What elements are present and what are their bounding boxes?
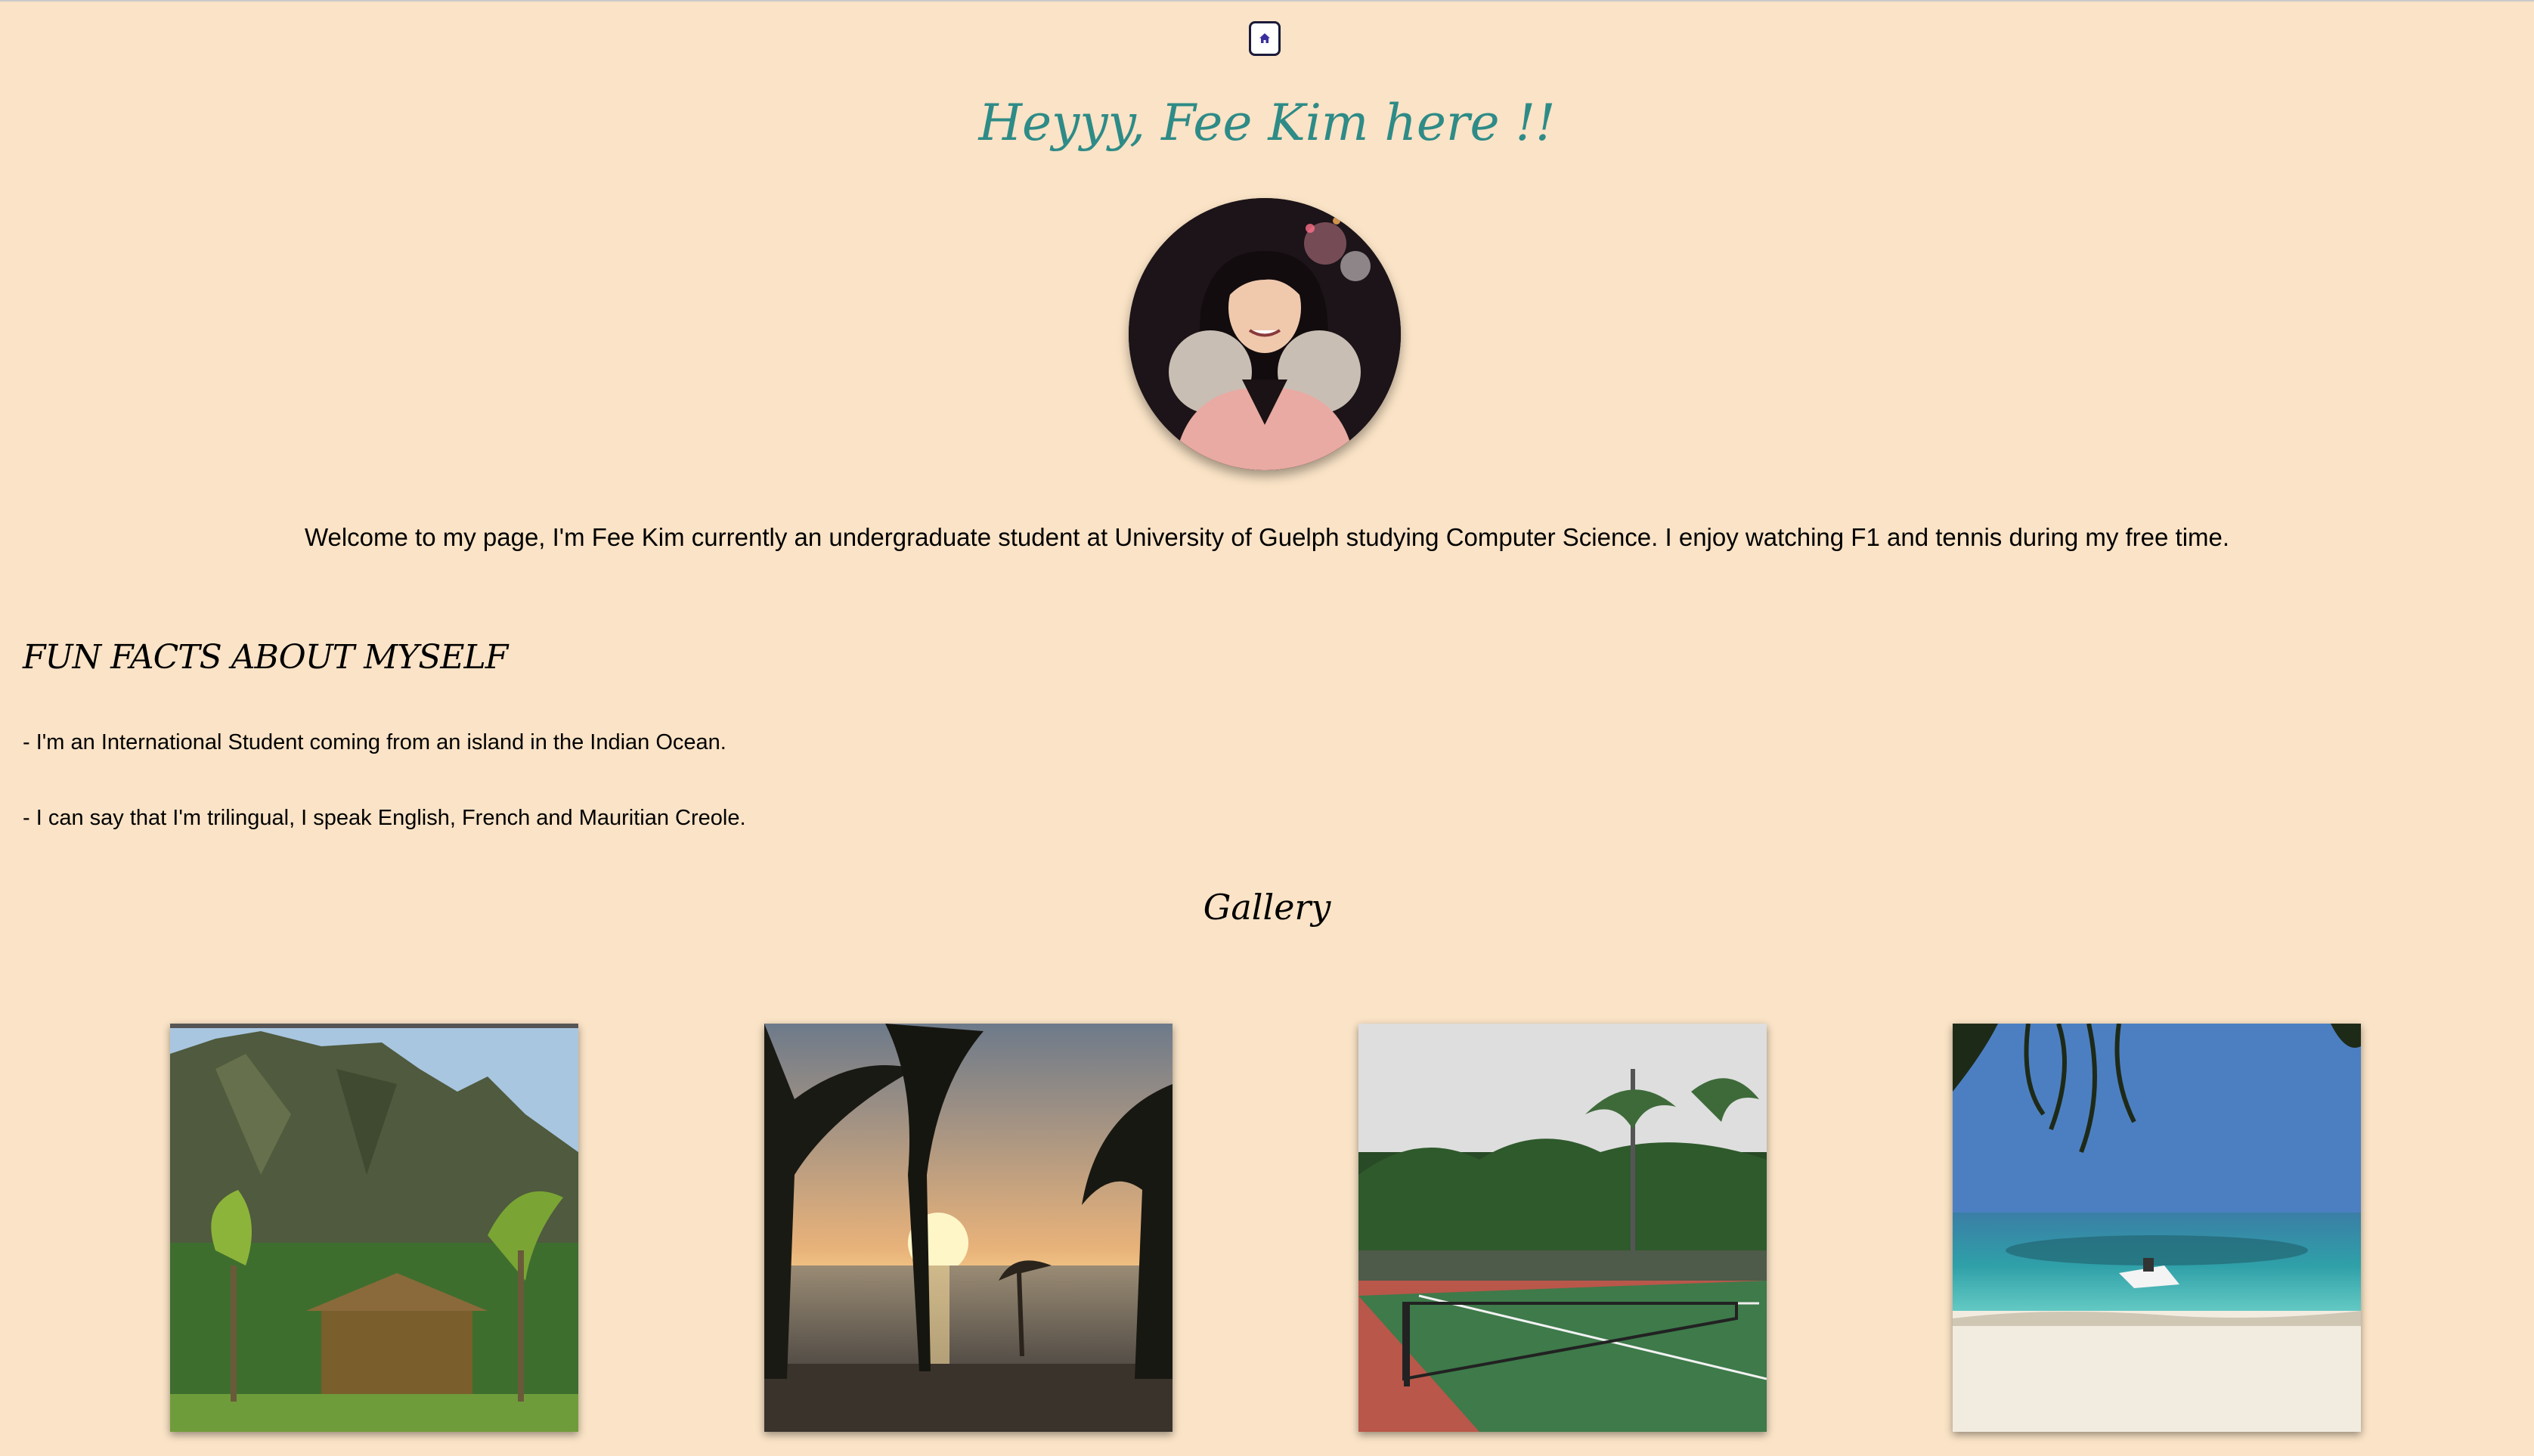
gallery-photo-beach[interactable] [1953,1024,2361,1432]
gallery-photo-mountain[interactable] [170,1024,578,1432]
fun-fact-item: - I'm an International Student coming fr… [23,730,726,754]
gallery-photo-sunset[interactable] [764,1024,1173,1432]
intro-text: Welcome to my page, I'm Fee Kim currentl… [304,523,2230,551]
fun-facts-heading: FUN FACTS ABOUT MYSELF [23,638,508,677]
gallery-photo-tennis-court[interactable] [1358,1024,1767,1432]
page-title: Heyyy, Fee Kim here !! [978,94,1556,152]
home-button[interactable] [1249,21,1281,56]
home-icon [1258,32,1272,45]
fun-fact-item: - I can say that I'm trilingual, I speak… [23,806,746,830]
top-border [0,0,2534,2]
profile-photo [1129,198,1401,470]
gallery-heading: Gallery [1203,887,1331,928]
